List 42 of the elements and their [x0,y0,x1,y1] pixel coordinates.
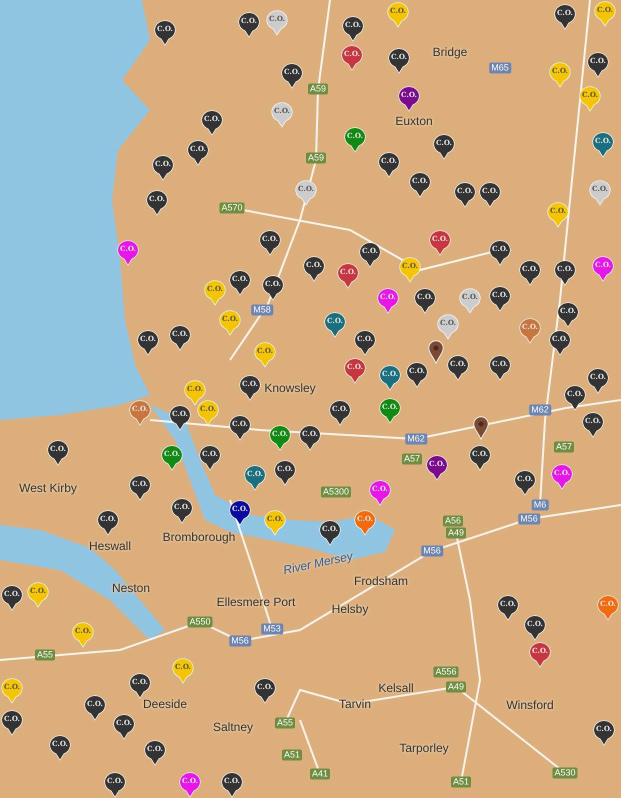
road-number: A51 [451,776,471,788]
road-number: A55 [275,718,295,728]
place-label: Winsford [506,698,554,712]
place-label: West Kirby [19,481,77,495]
map-drawing[interactable] [0,0,621,798]
place-label: Bridge [432,45,468,59]
road-number: A49 [446,682,466,692]
river-label: River Mersey [282,548,354,578]
road-number: A59 [306,152,326,164]
road-number: M56 [421,546,443,556]
place-label: Helsby [332,602,368,616]
road-number: A550 [187,616,213,628]
road-number: A570 [219,202,245,214]
road-number: M62 [529,404,551,416]
road-number: A556 [433,666,459,678]
location-marker-icon[interactable] [473,416,489,440]
road-number: M56 [518,514,540,524]
road-number: A49 [446,528,466,538]
place-label: Knowsley [264,381,316,395]
road-number: A59 [308,84,328,94]
road-number: A530 [552,768,578,778]
road-number: A57 [402,454,422,464]
place-label: Heswall [89,539,131,553]
road-number: M58 [251,304,273,316]
road-number: A5300 [320,486,352,498]
road-number: M56 [229,636,251,646]
road-number: A56 [443,516,463,526]
road-number: A51 [282,750,302,760]
road-number: M53 [261,624,283,634]
place-label: Euxton [395,114,433,128]
road-number: M6 [532,500,548,510]
place-label: Deeside [142,697,188,711]
road-number: A55 [35,650,55,660]
road-number: M65 [489,62,511,74]
place-label: Bromborough [162,530,236,544]
road-number: M62 [405,434,427,444]
place-label: Saltney [212,720,254,734]
place-label: Kelsall [378,681,414,695]
location-marker-icon[interactable] [428,340,444,364]
place-label: Tarporley [399,741,449,755]
road-number: A57 [554,442,574,452]
road-number: A41 [310,768,330,780]
